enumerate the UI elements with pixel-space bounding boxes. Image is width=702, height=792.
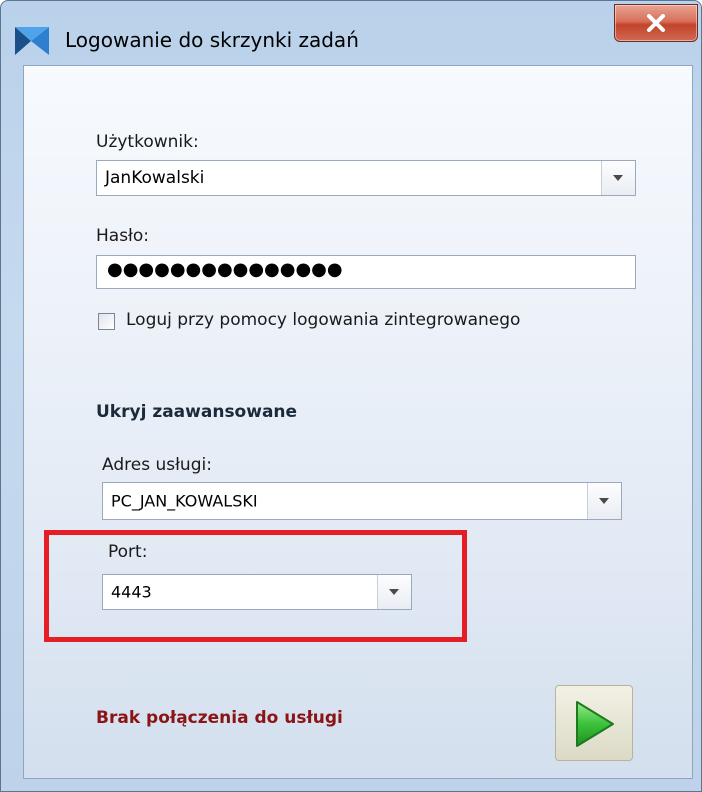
password-field[interactable]: ●●●●●●●●●●●●●●●: [96, 255, 636, 289]
service-address-combobox[interactable]: PC_JAN_KOWALSKI: [102, 482, 622, 520]
close-button[interactable]: [614, 4, 698, 42]
login-button[interactable]: [555, 685, 633, 761]
port-value: 4443: [111, 582, 152, 602]
dialog-content: Użytkownik: JanKowalski Hasło: ●●●●●●●●●…: [23, 65, 693, 779]
integrated-login-label: Loguj przy pomocy logowania zintegrowane…: [126, 310, 521, 330]
user-label: Użytkownik:: [96, 132, 199, 152]
user-dropdown-button[interactable]: [601, 161, 635, 195]
user-combobox[interactable]: JanKowalski: [96, 160, 636, 196]
close-icon: [647, 14, 665, 32]
port-dropdown-button[interactable]: [377, 575, 411, 609]
title-bar[interactable]: Logowanie do skrzynki zadań: [1, 1, 701, 65]
chevron-down-icon: [389, 589, 399, 595]
service-address-dropdown-button[interactable]: [587, 483, 621, 519]
chevron-down-icon: [613, 175, 623, 181]
chevron-down-icon: [599, 498, 609, 504]
port-combobox[interactable]: 4443: [102, 574, 412, 610]
service-address-label: Adres usługi:: [102, 455, 212, 475]
integrated-login-checkbox[interactable]: [98, 313, 115, 330]
port-label: Port:: [108, 542, 148, 562]
login-dialog-window: Logowanie do skrzynki zadań Użytkownik: …: [0, 0, 702, 792]
play-arrow-icon: [576, 701, 614, 747]
connection-status-message: Brak połączenia do usługi: [96, 708, 343, 728]
hide-advanced-link[interactable]: Ukryj zaawansowane: [96, 402, 297, 422]
app-logo-icon: [15, 27, 49, 55]
password-label: Hasło:: [96, 226, 150, 246]
user-value: JanKowalski: [105, 168, 205, 188]
password-value: ●●●●●●●●●●●●●●●: [107, 259, 343, 280]
service-address-value: PC_JAN_KOWALSKI: [111, 491, 258, 511]
window-title: Logowanie do skrzynki zadań: [65, 28, 359, 52]
